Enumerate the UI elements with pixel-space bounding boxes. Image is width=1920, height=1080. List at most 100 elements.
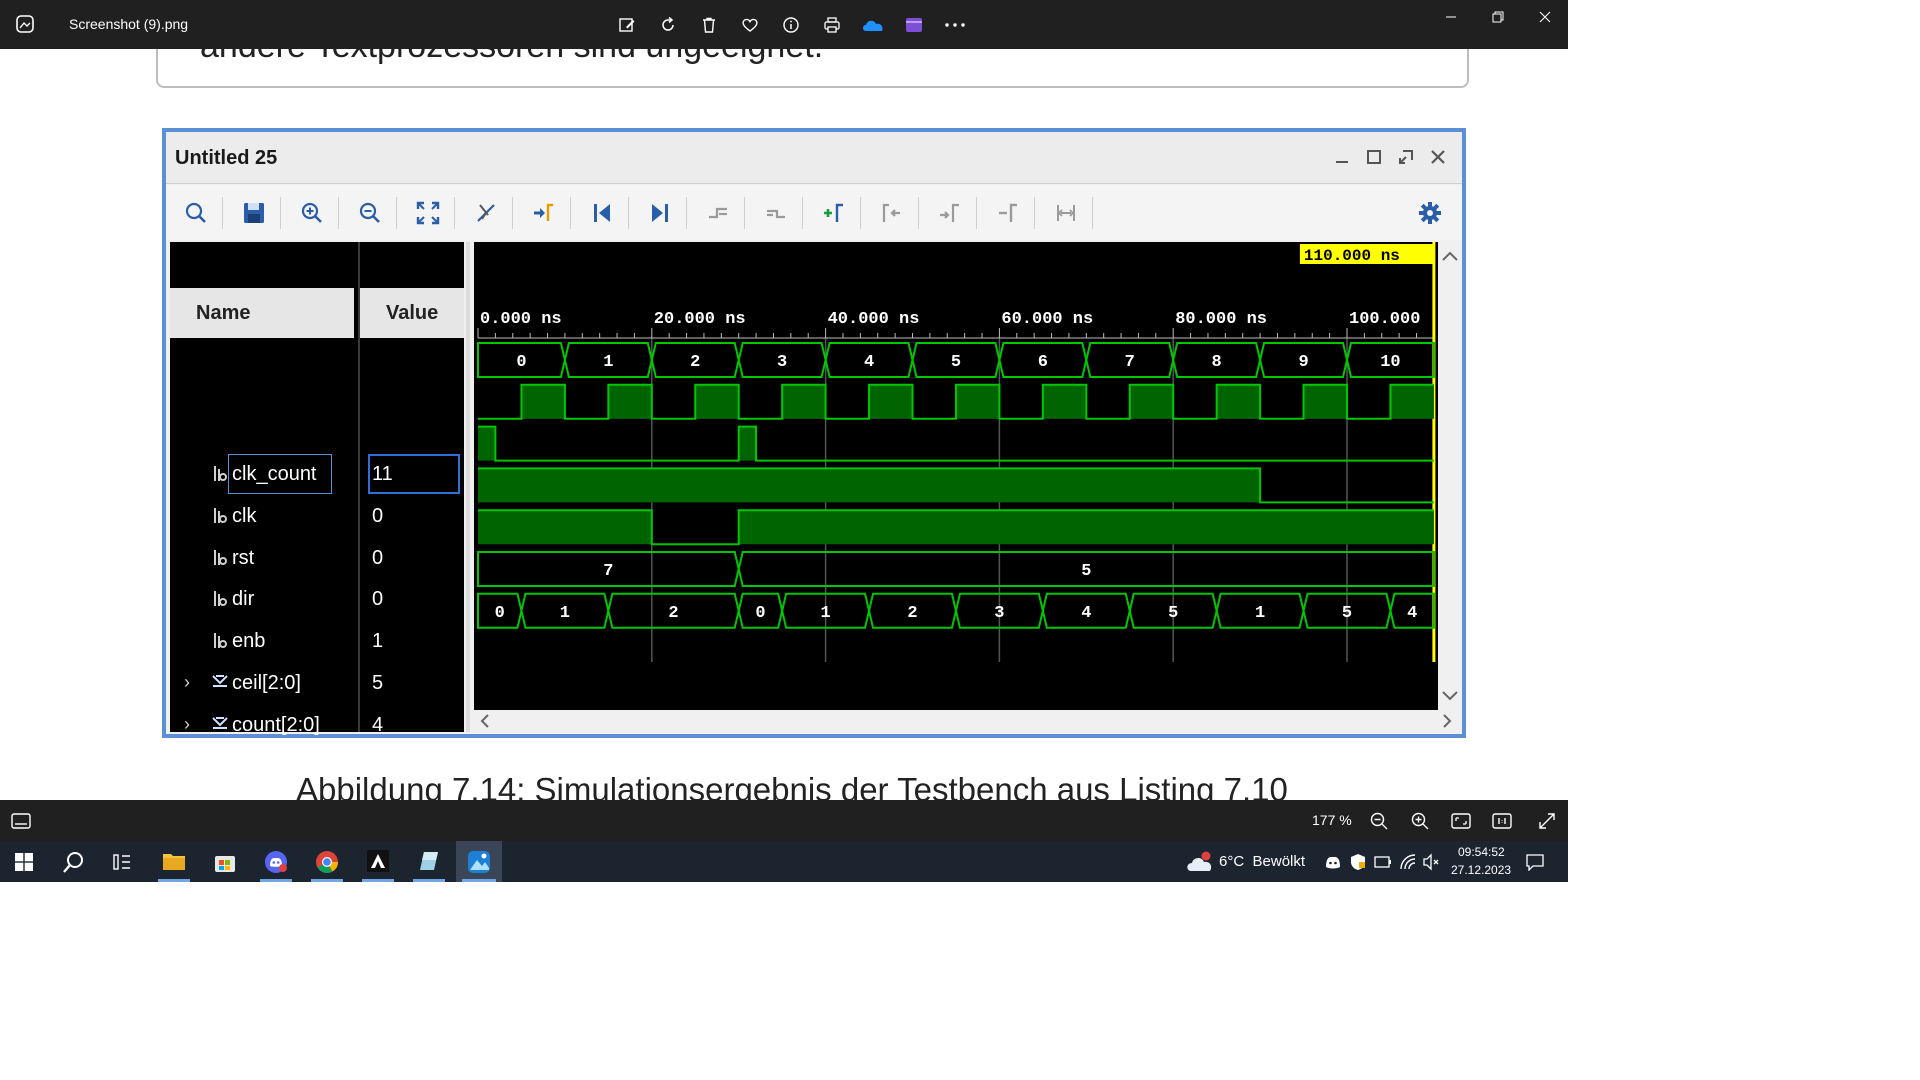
- vertical-scrollbar[interactable]: [1438, 242, 1462, 710]
- close-icon[interactable]: [1425, 144, 1451, 170]
- rst-trace: [478, 425, 1434, 462]
- clk-count-value-label: 0: [516, 353, 526, 372]
- go-to-time-zero-icon[interactable]: [526, 195, 562, 231]
- clk-count-value-label: 5: [951, 353, 961, 372]
- restore-button[interactable]: [1474, 0, 1521, 34]
- volume-muted-icon[interactable]: [1422, 853, 1440, 871]
- enb-high-fill: [738, 510, 1434, 545]
- clock-time[interactable]: 09:54:52: [1458, 845, 1505, 859]
- time-label: 40.000 ns: [828, 310, 920, 329]
- clk-count-value-label: 9: [1298, 353, 1308, 372]
- close-button[interactable]: [1521, 0, 1568, 34]
- signal-name-row[interactable]: rst: [170, 537, 354, 579]
- print-icon[interactable]: [811, 12, 852, 38]
- search-icon[interactable]: [178, 195, 214, 231]
- minimize-button[interactable]: [1427, 0, 1474, 34]
- figure-caption: Abbildung 7.14: Simulationsergebnis der …: [296, 771, 1288, 800]
- photos-taskbar-icon[interactable]: [456, 841, 502, 882]
- expand-chevron-icon[interactable]: ›: [184, 672, 190, 693]
- go-to-end-icon[interactable]: [642, 195, 678, 231]
- filmstrip-icon[interactable]: [11, 813, 31, 829]
- waveform-window: Untitled 25 Name Value clk_count 11 clk …: [162, 128, 1466, 738]
- waveform-canvas[interactable]: 0.000 ns 20.000 ns 40.000 ns 60.000 ns 80.00…: [474, 242, 1438, 710]
- chrome-icon[interactable]: [307, 841, 347, 882]
- amd-software-icon[interactable]: [358, 841, 398, 882]
- settings-gear-icon[interactable]: [1412, 195, 1448, 231]
- signal-value: 4: [372, 713, 384, 736]
- discord-icon[interactable]: [256, 841, 296, 882]
- signal-name-row[interactable]: dir: [170, 578, 354, 620]
- file-name: Screenshot (9).png: [69, 16, 189, 32]
- clipchamp-icon[interactable]: [893, 12, 934, 38]
- weather-cloud-icon[interactable]: [1186, 851, 1214, 873]
- name-column-header[interactable]: Name: [170, 288, 354, 338]
- clk-high-fill: [1042, 384, 1087, 419]
- count-value-label: 4: [1081, 604, 1091, 623]
- previous-marker-icon[interactable]: [874, 195, 910, 231]
- selected-value-outline: [368, 454, 460, 494]
- zoom-out-icon[interactable]: [352, 195, 388, 231]
- fit-to-window-icon[interactable]: [1451, 812, 1471, 830]
- signal-name-row[interactable]: clk: [170, 495, 354, 537]
- fullscreen-icon[interactable]: [1538, 812, 1556, 830]
- count-value-label: 1: [1255, 604, 1265, 623]
- battery-icon[interactable]: [1374, 856, 1392, 868]
- count-value-label: 5: [1168, 604, 1178, 623]
- clock-date[interactable]: 27.12.2023: [1451, 863, 1511, 877]
- signal-name: rst: [232, 546, 255, 569]
- task-view-icon[interactable]: [112, 852, 132, 872]
- zoom-out-icon[interactable]: [1370, 812, 1388, 830]
- security-shield-icon[interactable]: [1350, 853, 1366, 871]
- sticky-notes-icon[interactable]: [409, 841, 449, 882]
- favorite-icon[interactable]: [729, 12, 770, 38]
- zoom-in-icon[interactable]: [294, 195, 330, 231]
- ceil-value-label: 5: [1081, 562, 1091, 581]
- count-value-label: 5: [1342, 604, 1352, 623]
- actual-size-icon[interactable]: [1492, 812, 1512, 830]
- signal-name-row[interactable]: › ceil[2:0]: [170, 662, 354, 704]
- waveform-title: Untitled 25: [175, 147, 278, 169]
- weather-text[interactable]: 6°C Bewölkt: [1219, 853, 1305, 870]
- cursor-snap-icon[interactable]: [468, 195, 504, 231]
- microsoft-store-icon[interactable]: [205, 841, 245, 882]
- search-icon[interactable]: [62, 850, 86, 874]
- zoom-in-icon[interactable]: [1411, 812, 1429, 830]
- clk-high-fill: [1216, 384, 1261, 419]
- float-icon[interactable]: [1393, 144, 1419, 170]
- add-marker-icon[interactable]: [816, 195, 852, 231]
- rotate-icon[interactable]: [647, 12, 688, 38]
- horizontal-scrollbar[interactable]: [474, 710, 1462, 732]
- minimize-icon[interactable]: [1329, 144, 1355, 170]
- next-marker-icon[interactable]: [932, 195, 968, 231]
- waveform-toolbar: [166, 185, 1462, 240]
- go-to-start-icon[interactable]: [584, 195, 620, 231]
- zoom-level: 177 %: [1312, 812, 1352, 828]
- signal-name: clk: [232, 504, 257, 527]
- zoom-fit-icon[interactable]: [410, 195, 446, 231]
- notification-icon[interactable]: [1526, 853, 1544, 871]
- bit-signal-icon: [214, 591, 227, 607]
- delete-icon[interactable]: [688, 12, 729, 38]
- value-column-header[interactable]: Value: [360, 288, 464, 338]
- save-icon[interactable]: [236, 195, 272, 231]
- next-transition-icon[interactable]: [758, 195, 794, 231]
- file-explorer-icon[interactable]: [154, 841, 194, 882]
- bit-signal-icon: [214, 466, 227, 481]
- edit-icon[interactable]: [606, 12, 647, 38]
- signal-name-row[interactable]: › count[2:0]: [170, 704, 354, 746]
- discord-tray-icon[interactable]: [1324, 854, 1342, 870]
- maximize-icon[interactable]: [1361, 144, 1387, 170]
- info-icon[interactable]: [770, 12, 811, 38]
- previous-transition-icon[interactable]: [700, 195, 736, 231]
- delete-marker-icon[interactable]: [990, 195, 1026, 231]
- onedrive-icon[interactable]: [852, 12, 893, 38]
- image-viewport: andere Textprozessoren sind ungeeignet. …: [0, 49, 1568, 800]
- photos-bottom-bar: 177 %: [0, 800, 1568, 841]
- expand-chevron-icon[interactable]: ›: [184, 714, 190, 735]
- wifi-icon[interactable]: [1399, 853, 1417, 871]
- signal-name-row[interactable]: enb: [170, 620, 354, 662]
- cursor-time-label: 110.000 ns: [1304, 247, 1400, 265]
- more-icon[interactable]: [934, 12, 975, 38]
- windows-start-icon[interactable]: [15, 853, 33, 871]
- measure-icon[interactable]: [1048, 195, 1084, 231]
